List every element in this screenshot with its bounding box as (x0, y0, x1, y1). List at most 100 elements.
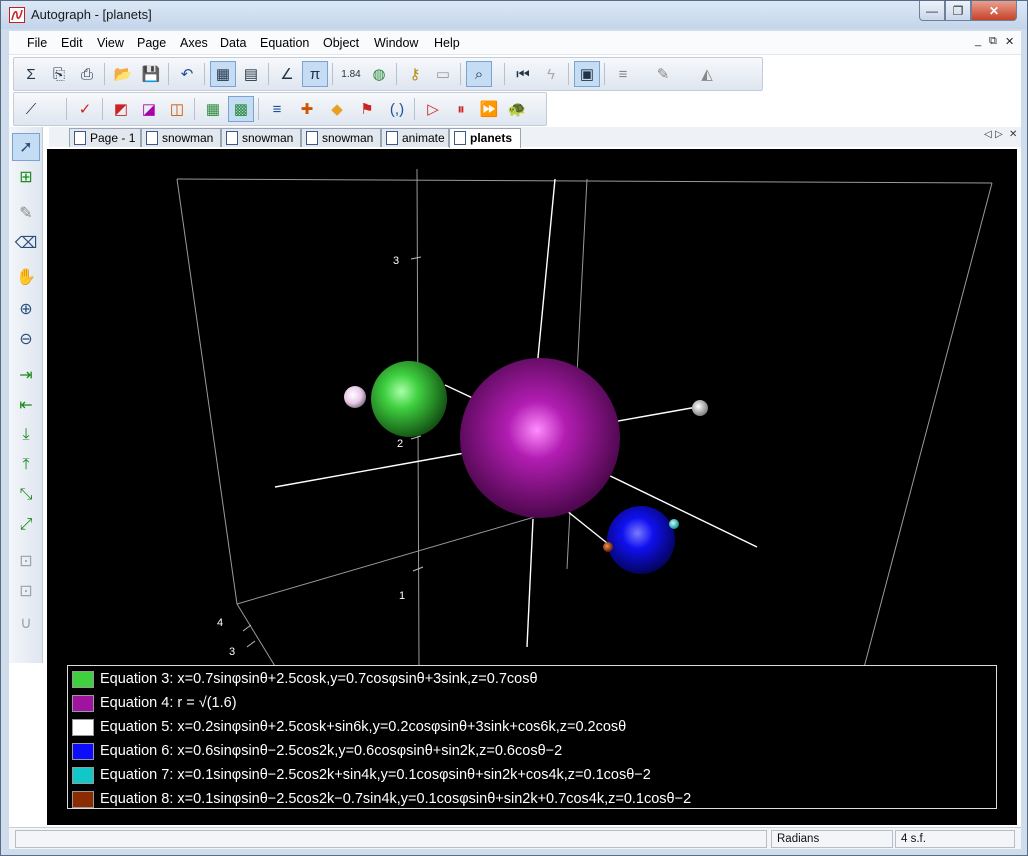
grid-icon[interactable]: ▩ (228, 96, 254, 122)
x-stretch-in-icon[interactable]: ⇥ (12, 361, 40, 389)
planet-green-sphere[interactable] (371, 361, 447, 437)
moon-grey-sphere[interactable] (692, 400, 708, 416)
tab-planets[interactable]: planets (449, 128, 521, 148)
mdi-minimize-button[interactable]: _ (975, 35, 981, 47)
menu-page[interactable]: Page (137, 36, 166, 50)
legend-item[interactable]: Equation 7: x=0.1sinφsinθ−2.5cos2k+sin4k… (72, 764, 651, 786)
menu-help[interactable]: Help (434, 36, 460, 50)
undo-icon[interactable]: ↶ (174, 61, 200, 87)
select-arrow-icon[interactable]: ➚ (12, 133, 40, 161)
menu-object[interactable]: Object (323, 36, 359, 50)
pen-icon[interactable]: ✎ (12, 199, 40, 227)
hand-icon[interactable]: ✋ (12, 263, 40, 291)
pencil-icon[interactable]: ✎ (650, 61, 676, 87)
sun-purple-sphere[interactable] (460, 358, 620, 518)
skip-icon[interactable]: ⏮ (510, 61, 536, 87)
zoom-box-icon[interactable]: ⊡ (12, 547, 40, 575)
tick-icon[interactable]: ✓ (72, 96, 98, 122)
add-object-icon[interactable]: ⊞ (12, 163, 40, 191)
add-shape-icon[interactable]: ◆ (324, 96, 350, 122)
lines-icon[interactable]: ≡ (610, 61, 636, 87)
key-icon[interactable]: ⚷ (402, 61, 428, 87)
mdi-restore-button[interactable]: ⧉ (989, 35, 997, 48)
monitor-icon[interactable]: ▣ (574, 61, 600, 87)
pi-angle-icon[interactable]: π (302, 61, 328, 87)
legend-item[interactable]: Equation 4: r = √(1.6) (72, 692, 237, 714)
y-stretch-in-icon[interactable]: ⤓ (12, 421, 40, 449)
add-flag-icon[interactable]: ⚑ (354, 96, 380, 122)
stretch-out-icon[interactable]: ⤢ (12, 511, 40, 539)
stretch-in-icon[interactable]: ⤡ (12, 481, 40, 509)
grid-icon[interactable]: ▦ (200, 96, 226, 122)
eraser-icon[interactable]: ⌫ (12, 229, 40, 257)
tab-prev-button[interactable]: ◁ (984, 129, 992, 140)
close-button[interactable]: ✕ (971, 1, 1017, 21)
globe-icon[interactable]: ◍ (366, 61, 392, 87)
y-stretch-out-icon[interactable]: ⤒ (12, 451, 40, 479)
maximize-button[interactable]: ❐ (945, 1, 971, 21)
mdi-close-button[interactable]: ✕ (1005, 35, 1014, 48)
plane-icon[interactable]: ◩ (108, 96, 134, 122)
graph-3d-view[interactable]: 3 2 1 4 3 2 Equation 3: x=0.7sinφsinθ+2.… (47, 149, 1017, 825)
sig-figs-icon[interactable]: 1.84 (338, 61, 364, 87)
legend-text: Equation 7: x=0.1sinφsinθ−2.5cos2k+sin4k… (100, 767, 651, 783)
tab-close-button[interactable]: ✕ (1009, 129, 1017, 140)
menu-data[interactable]: Data (220, 36, 246, 50)
legend-item[interactable]: Equation 3: x=0.7sinφsinθ+2.5cosk,y=0.7c… (72, 668, 538, 690)
zoom-icon[interactable]: ⌕ (466, 61, 492, 87)
plane-icon[interactable]: ◪ (136, 96, 162, 122)
page-icon[interactable]: ⎘ (46, 61, 72, 87)
zoom-in-icon[interactable]: ⊕ (12, 295, 40, 323)
window-title: Autograph - [planets] (31, 7, 152, 22)
x-stretch-out-icon[interactable]: ⇤ (12, 391, 40, 419)
tab-snowman[interactable]: snowman (141, 128, 221, 147)
tab-snowman[interactable]: snowman (301, 128, 381, 147)
magnet-icon[interactable]: ∪ (12, 609, 40, 637)
graph-icon[interactable]: ▤ (238, 61, 264, 87)
status-angle-mode: Radians (771, 830, 893, 848)
sigma-icon[interactable]: Σ (18, 61, 44, 87)
page-icon[interactable]: ⎙ (74, 61, 100, 87)
title-bar[interactable]: Autograph - [planets] — ❐ ✕ (1, 1, 1027, 29)
parens-icon[interactable]: (,) (384, 96, 410, 122)
legend-item[interactable]: Equation 6: x=0.6sinφsinθ−2.5cos2k,y=0.6… (72, 740, 562, 762)
save-icon[interactable]: 💾 (138, 61, 164, 87)
plane-icon[interactable]: ◫ (164, 96, 190, 122)
menu-equation[interactable]: Equation (260, 36, 309, 50)
lightning-icon[interactable]: ϟ (538, 61, 564, 87)
tab-snowman[interactable]: snowman (221, 128, 301, 147)
fast-forward-icon[interactable]: ⏩ (476, 96, 502, 122)
zoom-box-icon[interactable]: ⊡ (12, 577, 40, 605)
tab-next-button[interactable]: ▷ (995, 129, 1003, 140)
zoom-out-icon[interactable]: ⊖ (12, 325, 40, 353)
menu-axes[interactable]: Axes (180, 36, 208, 50)
menu-file[interactable]: File (27, 36, 47, 50)
fill-icon[interactable]: ◭ (694, 61, 720, 87)
add-point-icon[interactable]: ✚ (294, 96, 320, 122)
menu-view[interactable]: View (97, 36, 124, 50)
legend-item[interactable]: Equation 5: x=0.2sinφsinθ+2.5cosk+sin6k,… (72, 716, 626, 738)
angle-icon[interactable]: ∠ (274, 61, 300, 87)
add-equation-icon[interactable]: ≡ (264, 96, 290, 122)
minimize-button[interactable]: — (919, 1, 945, 21)
legend-item[interactable]: Equation 8: x=0.1sinφsinθ−2.5cos2k−0.7si… (72, 788, 691, 810)
legend-text: Equation 5: x=0.2sinφsinθ+2.5cosk+sin6k,… (100, 719, 627, 735)
turtle-icon[interactable]: 🐢 (504, 96, 530, 122)
text-icon[interactable]: ▭ (430, 61, 456, 87)
tab-animate[interactable]: animate (381, 128, 449, 147)
moon-cyan-sphere[interactable] (669, 519, 679, 529)
pause-icon[interactable]: ⏸ (448, 96, 474, 122)
legend-text: Equation 6: x=0.6sinφsinθ−2.5cos2k,y=0.6… (100, 743, 563, 759)
planet-blue-sphere[interactable] (607, 506, 675, 574)
menu-window[interactable]: Window (374, 36, 418, 50)
axes-icon[interactable]: ⟋ (18, 96, 44, 122)
equation-legend: Equation 3: x=0.7sinφsinθ+2.5cosk,y=0.7c… (67, 665, 997, 809)
open-folder-icon[interactable]: 📂 (110, 61, 136, 87)
tab-page-1[interactable]: Page - 1 (69, 128, 141, 147)
moon-brown-sphere[interactable] (603, 542, 613, 552)
menu-edit[interactable]: Edit (61, 36, 83, 50)
graph-icon[interactable]: ▦ (210, 61, 236, 87)
animate-icon[interactable]: ▷ (420, 96, 446, 122)
moon-white-sphere[interactable] (344, 386, 366, 408)
axis-label-z1: 1 (399, 590, 405, 602)
